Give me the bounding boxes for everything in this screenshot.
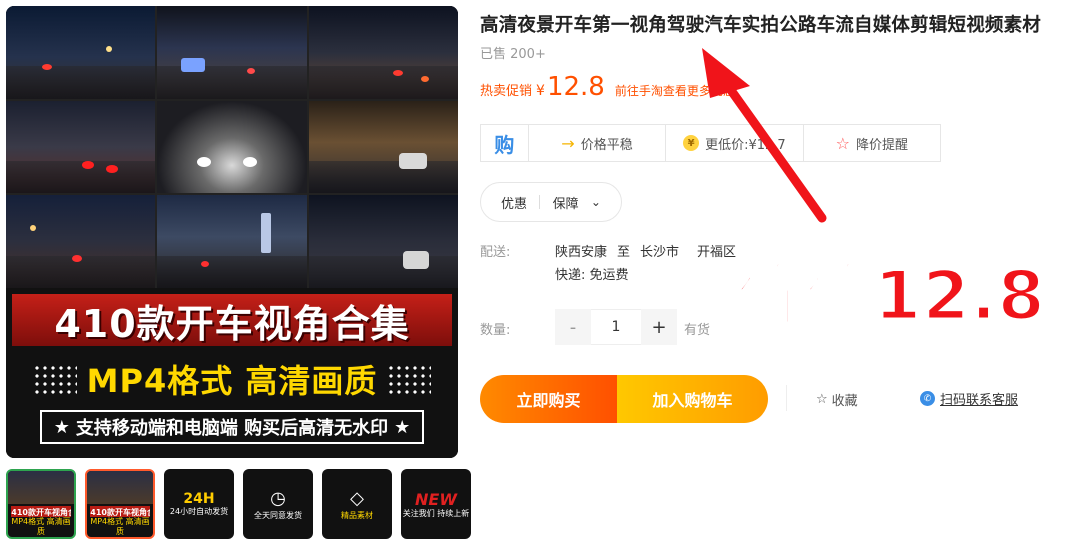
lower-price-label: 更低价:¥12.7 [705, 137, 786, 153]
night-driving-collage [6, 6, 458, 288]
quantity-stepper: - 1 + [555, 309, 677, 345]
banner-note: 支持移动端和电脑端 购买后高清无水印 [75, 418, 389, 439]
price-trend-label: 价格平稳 [580, 137, 633, 153]
stock-status: 有货 [684, 323, 711, 338]
thumbnail[interactable]: 24H 24小时自动发货 [164, 469, 234, 539]
price-alert-label: 降价提醒 [855, 137, 908, 153]
discount-tag: 优惠 [501, 196, 528, 212]
ship-city[interactable]: 长沙市 [640, 241, 679, 260]
chat-icon: ✆ [920, 391, 935, 406]
product-title: 高清夜景开车第一视角驾驶汽车实拍公路车流自媒体剪辑短视频素材 [480, 15, 1042, 36]
star-outline-icon: ☆ [816, 392, 828, 407]
banner-note-box: ★ 支持移动端和电脑端 购买后高清无水印 ★ [40, 410, 424, 444]
promo-label: 热卖促销 [480, 84, 533, 99]
banner-title-bar: 410款开车视角合集 [12, 294, 452, 346]
quantity-increase-button[interactable]: + [641, 309, 677, 345]
thumbnail-title: 410款开车视角合集 [11, 505, 71, 517]
favorite-button[interactable]: ☆ 收藏 [816, 390, 858, 409]
gou-logo: 购 [481, 125, 529, 161]
thumbnail[interactable]: ◇ 精品素材 [322, 469, 392, 539]
banner-subtitle-row: MP4格式 高清画质 [6, 354, 458, 404]
more-offers-link[interactable]: 前往手淘查看更多优惠 [615, 82, 735, 99]
express-fee: 快递: 免运费 [555, 268, 629, 283]
banner-title: 410款开车视角合集 [54, 301, 410, 346]
quantity-decrease-button[interactable]: - [555, 309, 591, 345]
dots-decoration [32, 364, 77, 394]
collage-frame [157, 195, 307, 288]
thumbnail-caption: MP4格式 高清画质 [90, 517, 150, 536]
shipping-route: 陕西安康 至 长沙市 开福区 [555, 241, 736, 260]
price-info-bar: 购 → 价格平稳 ¥ 更低价:¥12.7 ☆ 降价提醒 [480, 124, 941, 162]
clock-icon: ◷ [270, 487, 286, 509]
discount-guarantee-selector[interactable]: 优惠 保障 ⌄ [480, 182, 622, 222]
collage-frame [308, 195, 458, 288]
buy-now-button[interactable]: 立即购买 [480, 375, 617, 423]
thumbnail-caption: 24小时自动发货 [169, 507, 229, 516]
gou-icon: 购 [494, 132, 515, 157]
thumbnail-caption: 关注我们 持续上新 [402, 508, 470, 518]
thumbnail-strip: 410款开车视角合集 MP4格式 高清画质 410款开车视角合集 MP4格式 高… [6, 469, 471, 539]
thumbnail-badge: 24H [183, 491, 215, 507]
currency-symbol: ¥ [536, 83, 545, 99]
collage-frame [308, 100, 458, 194]
star-outline-icon: ☆ [835, 133, 850, 153]
yen-coin-icon: ¥ [683, 135, 700, 151]
value-annotation: 价值12.8 [735, 256, 1047, 338]
add-to-cart-button[interactable]: 加入购物车 [617, 375, 768, 423]
thumbnail[interactable]: ◷ 全天同意发货 [243, 469, 313, 539]
banner-subtitle: MP4格式 高清画质 [86, 362, 378, 400]
price-value: 12.8 [546, 72, 605, 102]
dots-decoration [387, 364, 432, 394]
contact-service-label: 扫码联系客服 [940, 393, 1019, 408]
collage-frame [6, 195, 156, 288]
guarantee-tag: 保障 [552, 196, 579, 212]
star-icon: ★ [53, 416, 70, 438]
ship-district[interactable]: 开福区 [697, 241, 736, 260]
product-banner: 410款开车视角合集 MP4格式 高清画质 ★ 支持移动端和电脑端 购买后高清无… [6, 288, 458, 458]
collage-frame [6, 6, 156, 99]
ship-to-word: 至 [617, 245, 631, 260]
thumbnail[interactable]: 410款开车视角合集 MP4格式 高清画质 [85, 469, 155, 539]
divider [786, 385, 787, 411]
arrow-right-icon: → [561, 133, 575, 153]
ship-from: 陕西安康 [555, 245, 608, 260]
divider [539, 195, 541, 209]
collage-frame [157, 100, 307, 194]
price-trend-item[interactable]: → 价格平稳 [529, 125, 667, 161]
collage-frame [157, 6, 307, 99]
thumbnail[interactable]: NEW 关注我们 持续上新 [401, 469, 471, 539]
sold-count: 已售 200+ [480, 47, 546, 62]
price-row: 热卖促销 ¥ 12.8 前往手淘查看更多优惠 [480, 72, 735, 102]
price-alert-item[interactable]: ☆ 降价提醒 [804, 125, 940, 161]
main-product-image[interactable]: 410款开车视角合集 MP4格式 高清画质 ★ 支持移动端和电脑端 购买后高清无… [6, 6, 458, 458]
thumbnail-caption: 精品素材 [341, 510, 373, 520]
collage-frame [6, 100, 156, 194]
star-icon: ★ [394, 416, 411, 438]
favorite-label: 收藏 [831, 394, 858, 409]
thumbnail[interactable]: 410款开车视角合集 MP4格式 高清画质 [6, 469, 76, 539]
thumbnail-new-badge: NEW [415, 489, 457, 509]
shipping-label: 配送: [480, 245, 511, 260]
thumbnail-caption: 全天同意发货 [254, 510, 302, 520]
lower-price-item[interactable]: ¥ 更低价:¥12.7 [666, 125, 804, 161]
collage-frame [308, 6, 458, 99]
thumbnail-caption: MP4格式 高清画质 [11, 517, 71, 536]
quantity-input[interactable]: 1 [591, 309, 641, 345]
contact-service-link[interactable]: ✆ 扫码联系客服 [920, 389, 1018, 408]
chevron-down-icon: ⌄ [590, 195, 601, 209]
diamond-icon: ◇ [350, 487, 364, 509]
thumbnail-title: 410款开车视角合集 [90, 505, 150, 517]
quantity-label: 数量: [480, 323, 511, 338]
product-page: 410款开车视角合集 MP4格式 高清画质 ★ 支持移动端和电脑端 购买后高清无… [0, 0, 1092, 551]
